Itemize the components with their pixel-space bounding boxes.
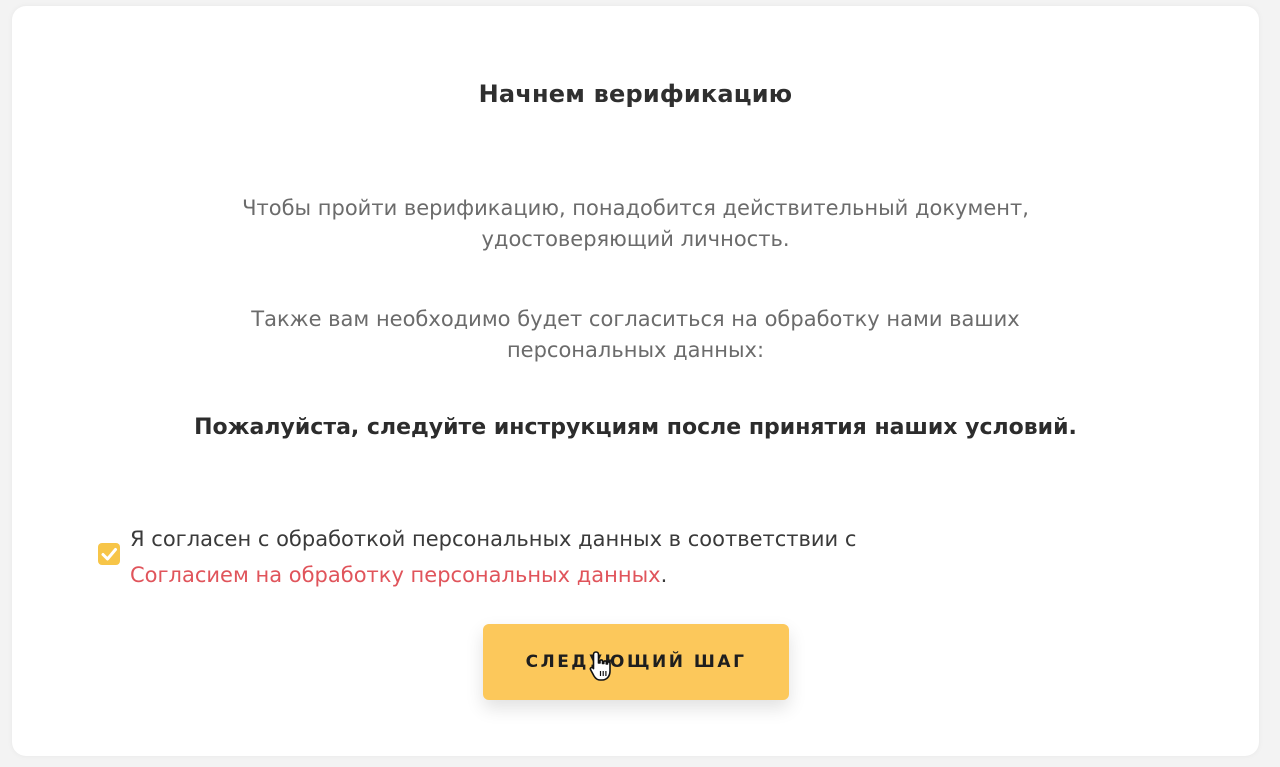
consent-text-before: Я согласен с обработкой персональных дан… [130, 527, 857, 551]
page-title: Начнем верификацию [478, 80, 793, 108]
consent-text-after: . [660, 563, 668, 587]
document-requirement-line-1: Чтобы пройти верификацию, понадобится де… [242, 196, 1029, 220]
consent-checkbox[interactable] [98, 543, 120, 565]
document-requirement-text: Чтобы пройти верификацию, понадобится де… [0, 193, 1271, 255]
document-requirement-line-2: удостоверяющий личность. [481, 227, 790, 251]
instruction-text: Пожалуйста, следуйте инструкциям после п… [194, 415, 1077, 440]
consent-row: Я согласен с обработкой персональных дан… [96, 521, 1096, 591]
next-step-button[interactable]: СЛЕДУЮЩИЙ ШАГ [483, 624, 789, 700]
consent-policy-link[interactable]: Согласием на обработку персональных данн… [130, 563, 661, 587]
consent-requirement-line-2: персональных данных: [506, 338, 765, 362]
consent-requirement-text: Также вам необходимо будет согласиться н… [0, 304, 1271, 366]
check-icon [101, 548, 117, 561]
consent-requirement-line-1: Также вам необходимо будет согласиться н… [251, 307, 1020, 331]
consent-label: Я согласен с обработкой персональных дан… [130, 521, 1080, 593]
